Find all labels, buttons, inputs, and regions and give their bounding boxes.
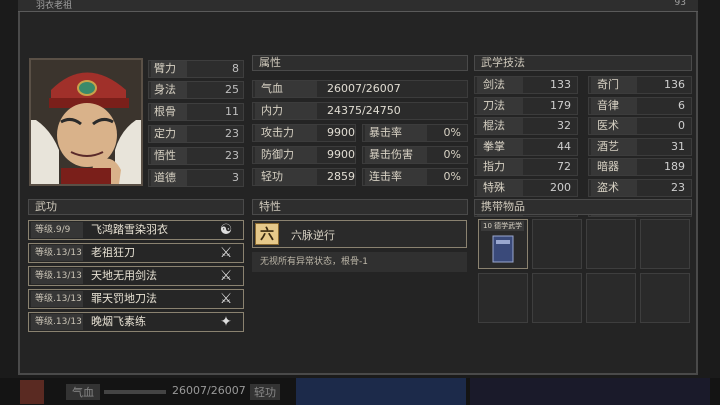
character-name: 羽衣老祖 [36, 1, 73, 11]
bottom-status-bar: 气血 26007/26007 轻功 [0, 378, 720, 405]
atk-row: 攻击力 9900 [252, 124, 356, 142]
skill-item[interactable]: 等级.9/9 飞鸿踏雪染羽衣 ☯ [28, 220, 244, 240]
hp-value: 26007/26007 [172, 384, 246, 397]
martial-row: 酒艺 31 [588, 137, 692, 156]
martial-row: 指力 72 [474, 158, 578, 176]
avatar [20, 380, 44, 404]
book-icon [492, 235, 514, 263]
inventory-slot[interactable] [586, 219, 636, 269]
traits-header: 特性 [252, 199, 468, 215]
martial-row: 刀法 179 [474, 96, 578, 115]
qinggong-row: 轻功 2859 [252, 168, 356, 186]
blade-icon: ⚔ [219, 245, 233, 261]
action-bar-right [470, 378, 710, 405]
martial-row: 音律 6 [588, 96, 692, 115]
martial-row: 盗术 23 [588, 178, 692, 197]
trait-badge: 六 [255, 223, 279, 245]
martial-row: 特殊 200 [474, 178, 578, 197]
martial-row: 医术 0 [588, 117, 692, 135]
character-portrait [29, 58, 143, 186]
action-bar [296, 378, 466, 405]
martial-row: 棍法 32 [474, 117, 578, 135]
inventory-slot[interactable] [478, 273, 528, 323]
item-tag: 10 德学武学 [481, 221, 525, 231]
attributes-header: 属性 [252, 55, 468, 71]
def-row: 防御力 9900 [252, 146, 356, 164]
inventory-header: 携带物品 [474, 199, 692, 215]
inventory-slot[interactable] [640, 273, 690, 323]
stat-focus: 定力 23 [148, 125, 244, 143]
skill-item[interactable]: 等级.13/13 老祖狂刀 ⚔ [28, 243, 244, 263]
trait-description: 无视所有异常状态，根骨-1 [252, 252, 467, 272]
trait-name: 六脉逆行 [291, 229, 335, 242]
inventory-slot[interactable] [640, 219, 690, 269]
trait-item[interactable]: 六 六脉逆行 [252, 220, 467, 248]
blade-icon: ⚔ [219, 291, 233, 307]
stat-strength: 臂力 8 [148, 60, 244, 78]
critdmg-row: 暴击伤害 0% [362, 146, 468, 164]
title-bar: 羽衣老祖 93 [18, 0, 698, 12]
page-number: 93 [674, 0, 686, 8]
mp-row: 内力 24375/24750 [252, 102, 468, 120]
inventory-slot[interactable] [586, 273, 636, 323]
stat-constitution: 根骨 11 [148, 103, 244, 121]
combo-row: 连击率 0% [362, 168, 468, 186]
yin-yang-icon: ☯ [219, 222, 233, 238]
stat-morality: 道德 3 [148, 169, 244, 187]
inventory-slot[interactable] [532, 219, 582, 269]
hp-bar [104, 390, 166, 394]
martial-row: 拳掌 44 [474, 137, 578, 156]
stat-insight: 悟性 23 [148, 147, 244, 165]
skill-item[interactable]: 等级.13/13 罪天罚地刀法 ⚔ [28, 289, 244, 309]
martial-row: 奇门 136 [588, 76, 692, 94]
skill-item[interactable]: 等级.13/13 天地无用剑法 ⚔ [28, 266, 244, 286]
martial-row: 暗器 189 [588, 158, 692, 176]
inventory-slot[interactable]: 10 德学武学 [478, 219, 528, 269]
crit-row: 暴击率 0% [362, 124, 468, 142]
hp-row: 气血 26007/26007 [252, 80, 468, 98]
hp-label: 气血 [66, 384, 100, 400]
sword-icon: ⚔ [219, 268, 233, 284]
martial-row: 剑法 133 [474, 76, 578, 94]
skill-item[interactable]: 等级.13/13 晚烟飞素练 ✦ [28, 312, 244, 332]
stat-agility: 身法 25 [148, 81, 244, 99]
shuriken-icon: ✦ [220, 314, 232, 330]
qinggong-label: 轻功 [250, 384, 280, 400]
inventory-slot[interactable] [532, 273, 582, 323]
skills-header: 武功 [28, 199, 244, 215]
martial-header: 武学技法 [474, 55, 692, 71]
